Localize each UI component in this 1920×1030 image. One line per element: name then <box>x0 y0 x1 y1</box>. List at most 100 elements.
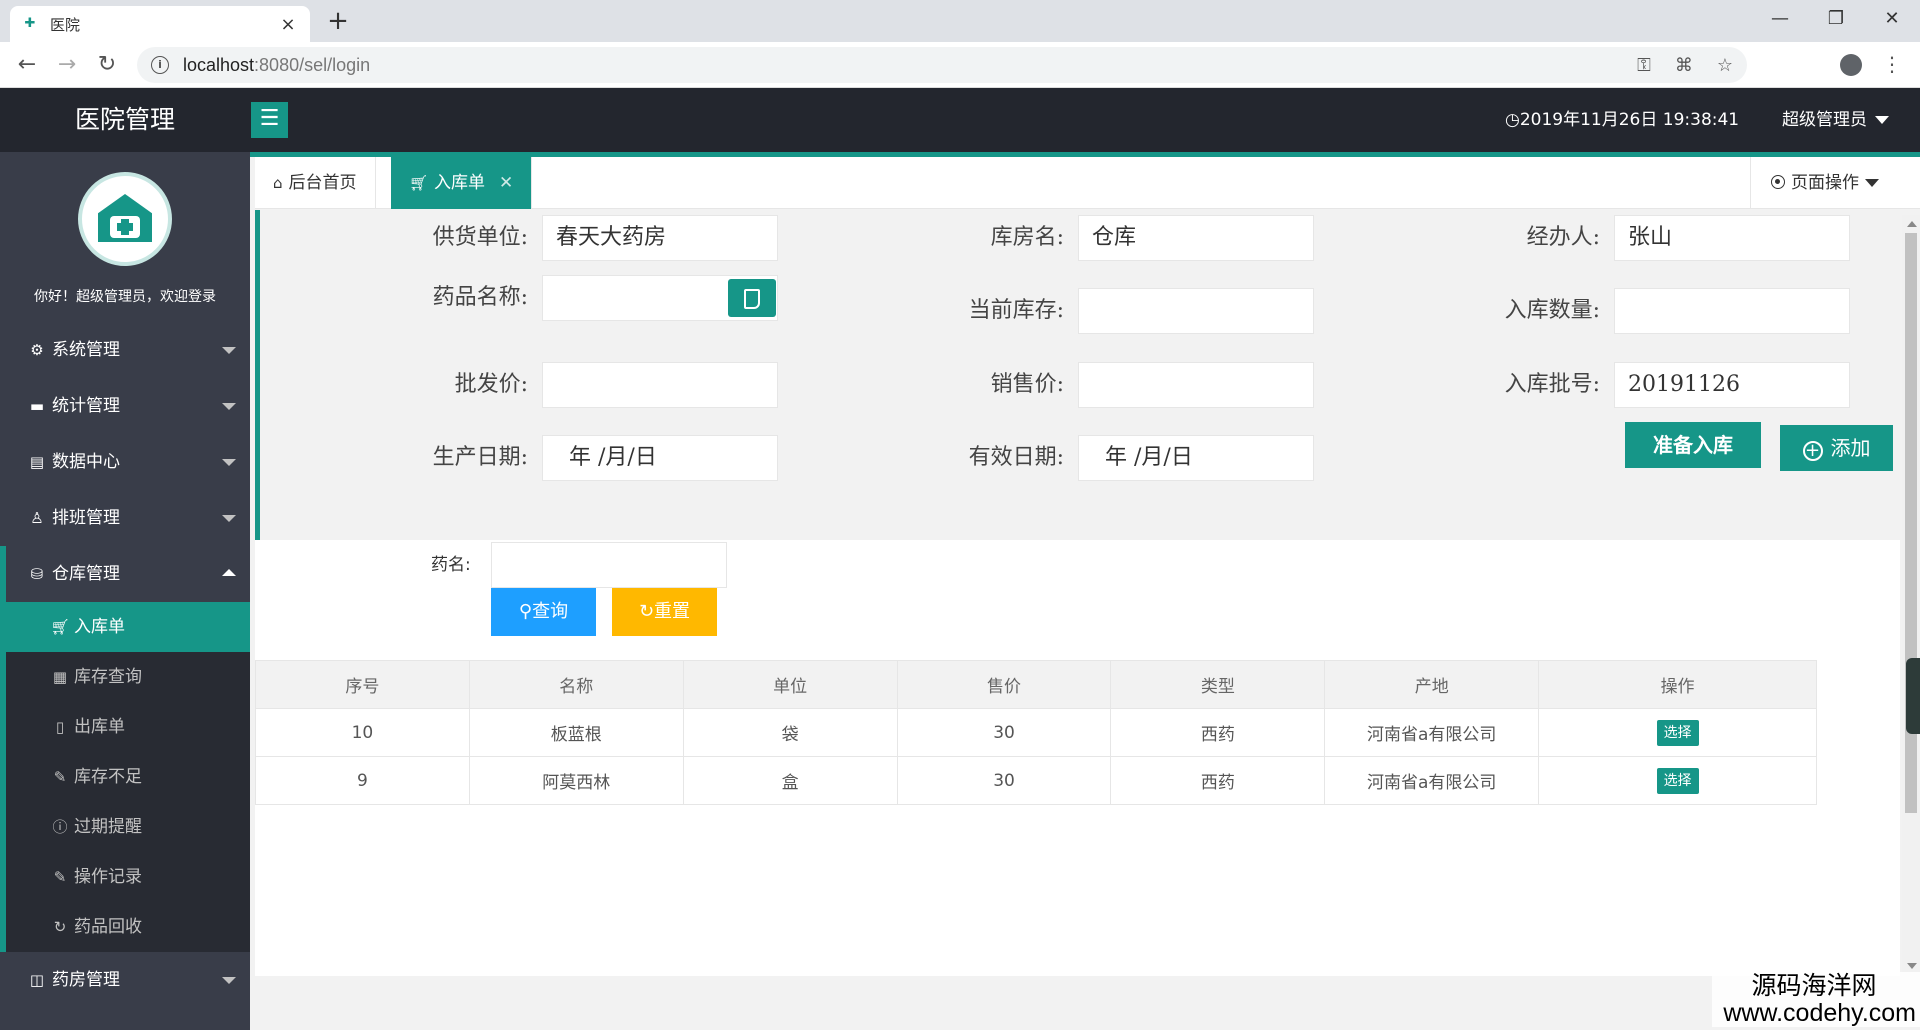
window-close-icon[interactable]: ✕ <box>1864 0 1920 40</box>
sidebar-subitem-operation-log[interactable]: ✎ 操作记录 <box>6 852 250 902</box>
select-drug-icon[interactable] <box>728 279 776 317</box>
sidebar-subitem-stock-out[interactable]: ▯ 出库单 <box>6 702 250 752</box>
medical-cross-icon <box>110 216 140 238</box>
batch-number-field[interactable]: 20191126 <box>1614 362 1850 408</box>
supplier-label: 供货单位: <box>432 225 528 250</box>
prepare-stock-in-button[interactable]: 准备入库 <box>1625 422 1761 468</box>
search-drug-input[interactable] <box>491 542 727 588</box>
table-cell: 板蓝根 <box>468 708 684 757</box>
chevron-down-icon <box>1875 116 1889 124</box>
chevron-down-icon <box>222 515 236 522</box>
stock-in-form: 供货单位: 春天大药房 库房名: 仓库 经办人: 张山 药品名称: 当前库存: … <box>255 210 1900 540</box>
side-panel-handle[interactable] <box>1906 658 1920 734</box>
current-stock-label: 当前库存: <box>968 298 1064 323</box>
bookmark-star-icon[interactable]: ☆ <box>1717 55 1733 76</box>
chevron-down-icon <box>222 459 236 466</box>
close-tab-icon[interactable]: × <box>278 14 298 35</box>
key-icon[interactable]: ⚿ <box>1637 55 1651 76</box>
browser-tab[interactable]: ✚ 医院 × <box>10 6 310 42</box>
gear-icon: ⚙ <box>30 341 44 359</box>
expiry-date-field[interactable]: 年 /月/日 <box>1078 435 1314 481</box>
production-date-label: 生产日期: <box>432 445 528 470</box>
column-header: 操作 <box>1538 660 1817 709</box>
table-filler <box>1816 709 1899 757</box>
column-header: 名称 <box>468 660 684 709</box>
menu-toggle-icon[interactable]: ☰ <box>251 102 288 138</box>
table-cell: 9 <box>255 756 470 805</box>
reset-button[interactable]: ↻重置 <box>612 588 717 636</box>
page-operations-menu[interactable]: 页面操作 <box>1750 157 1920 209</box>
sidebar-subitem-expiry-alert[interactable]: ⓘ 过期提醒 <box>6 802 250 852</box>
expiry-date-label: 有效日期: <box>968 445 1064 470</box>
handler-field[interactable]: 张山 <box>1614 215 1850 261</box>
target-icon <box>1771 175 1785 189</box>
batch-number-label: 入库批号: <box>1504 372 1600 397</box>
supplier-field[interactable]: 春天大药房 <box>542 215 778 261</box>
welcome-text: 你好！超级管理员，欢迎登录 <box>34 289 216 305</box>
drug-name-label: 药品名称: <box>432 285 528 310</box>
chevron-down-icon <box>222 977 236 984</box>
sidebar-subitem-low-stock[interactable]: ✎ 库存不足 <box>6 752 250 802</box>
minimize-icon[interactable]: — <box>1752 0 1808 40</box>
select-row-button[interactable]: 选择 <box>1656 767 1699 794</box>
browser-tab-title: 医院 <box>50 15 81 34</box>
back-arrow-icon[interactable]: ← <box>10 48 44 82</box>
chevron-down-icon <box>1865 179 1879 187</box>
sale-price-field[interactable] <box>1078 362 1314 408</box>
column-header: 产地 <box>1324 660 1540 709</box>
book-icon: ◫ <box>29 971 45 989</box>
sidebar-item-pharmacy[interactable]: ◫ 药房管理 <box>0 952 250 1008</box>
query-button[interactable]: ⚲查询 <box>491 588 596 636</box>
scroll-up-icon[interactable] <box>1907 221 1917 227</box>
sidebar-item-warehouse[interactable]: ⛁ 仓库管理 <box>0 546 250 602</box>
column-header: 类型 <box>1110 660 1326 709</box>
warehouse-icon: ⛁ <box>30 565 44 583</box>
user-menu[interactable]: 超级管理员 <box>1782 88 1889 152</box>
drug-table: 序号 名称 单位 售价 类型 产地 操作 10 板蓝根 袋 30 西药 河南省a… <box>255 660 1900 805</box>
warehouse-submenu: 🛒︎ 入库单 ▦ 库存查询 ▯ 出库单 ✎ 库存不足 ⓘ 过期提醒 ✎ 操作记录 ↻ 药品回收 <box>0 602 250 952</box>
reload-icon[interactable]: ↻ <box>90 48 124 82</box>
url-field[interactable]: i localhost:8080/sel/login ⚿ ⌘ ☆ <box>137 47 1747 83</box>
sidebar: 你好！超级管理员，欢迎登录 ⚙ 系统管理 ▬ 统计管理 ▤ 数据中心 ♙ 排班管理 ⛁ 仓… <box>0 152 250 1030</box>
select-row-button[interactable]: 选择 <box>1656 719 1699 746</box>
browser-tab-strip: ✚ 医院 × + — ❐ ✕ <box>0 0 1920 42</box>
new-tab-button[interactable]: + <box>322 6 354 38</box>
table-cell: 10 <box>255 708 470 757</box>
browser-menu-icon[interactable]: ⋮ <box>1882 50 1902 78</box>
sidebar-subitem-stock-in[interactable]: 🛒︎ 入库单 <box>6 602 250 652</box>
scroll-down-icon[interactable] <box>1907 963 1917 969</box>
site-info-icon[interactable]: i <box>151 56 169 74</box>
sidebar-subitem-drug-recycle[interactable]: ↻ 药品回收 <box>6 902 250 952</box>
forward-arrow-icon[interactable]: → <box>50 48 84 82</box>
sidebar-subitem-stock-query[interactable]: ▦ 库存查询 <box>6 652 250 702</box>
content-tab-bar: ⌂ 后台首页 🛒︎ 入库单 ✕ 页面操作 <box>255 157 1920 209</box>
production-date-field[interactable]: 年 /月/日 <box>542 435 778 481</box>
plus-circle-icon: + <box>1802 441 1823 461</box>
close-icon[interactable]: ✕ <box>499 173 513 193</box>
home-icon: ⌂ <box>273 174 283 192</box>
table-row: 9 阿莫西林 盒 30 西药 河南省a有限公司 选择 <box>255 756 1900 805</box>
sidebar-item-data-center[interactable]: ▤ 数据中心 <box>0 434 250 490</box>
tab-stock-in[interactable]: 🛒︎ 入库单 ✕ <box>391 157 533 209</box>
restore-icon[interactable]: ❐ <box>1808 0 1864 40</box>
sidebar-item-label: 系统管理 <box>52 340 120 360</box>
sidebar-item-system[interactable]: ⚙ 系统管理 <box>0 322 250 378</box>
add-button[interactable]: + 添加 <box>1780 425 1893 471</box>
tab-home[interactable]: ⌂ 后台首页 <box>255 157 376 209</box>
wholesale-price-field[interactable] <box>542 362 778 408</box>
url-text: localhost:8080/sel/login <box>183 54 371 75</box>
sidebar-item-statistics[interactable]: ▬ 统计管理 <box>0 378 250 434</box>
sidebar-item-label: 统计管理 <box>52 396 120 416</box>
vertical-scrollbar[interactable] <box>1902 215 1920 975</box>
current-stock-field[interactable] <box>1078 288 1314 334</box>
in-quantity-field[interactable] <box>1614 288 1850 334</box>
calendar-icon: ▦ <box>52 668 68 686</box>
sidebar-item-label: 药房管理 <box>52 970 120 990</box>
search-icon: ⚲ <box>518 601 533 622</box>
warehouse-field[interactable]: 仓库 <box>1078 215 1314 261</box>
column-header: 序号 <box>255 660 470 709</box>
profile-avatar-icon[interactable] <box>1840 54 1862 76</box>
sidebar-item-scheduling[interactable]: ♙ 排班管理 <box>0 490 250 546</box>
translate-icon[interactable]: ⌘ <box>1675 55 1693 76</box>
warehouse-label: 库房名: <box>990 225 1064 250</box>
